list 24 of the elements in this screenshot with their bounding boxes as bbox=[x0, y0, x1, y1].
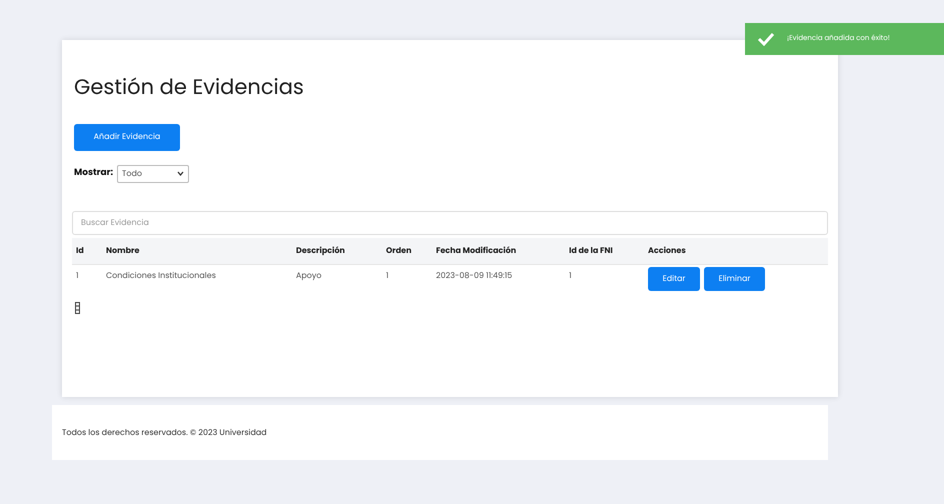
column-header: Orden bbox=[386, 244, 412, 256]
column-header: Id de la FNI bbox=[569, 244, 614, 256]
column-header: Nombre bbox=[106, 244, 140, 256]
table-cell-text: Condiciones Institucionales bbox=[106, 268, 217, 282]
table-cell-text: 1 bbox=[569, 268, 573, 282]
table-cell-text: 1 bbox=[76, 268, 80, 282]
filter-dropdown[interactable]: Todo bbox=[117, 164, 190, 182]
column-header: Acciones bbox=[648, 244, 687, 256]
table-cell-text: Apoyo bbox=[296, 268, 323, 282]
filter-label: Mostrar: bbox=[74, 166, 114, 180]
column-header: Fecha Modificación bbox=[436, 244, 518, 256]
table-cell-text: 1 bbox=[386, 268, 390, 282]
column-header: Id bbox=[76, 244, 85, 256]
page-title: Gestión de Evidencias bbox=[74, 72, 305, 104]
edit-button[interactable]: Editar bbox=[648, 267, 700, 291]
check-icon bbox=[757, 32, 775, 46]
delete-button[interactable]: Eliminar bbox=[704, 267, 765, 291]
column-header: Descripción bbox=[296, 244, 346, 256]
search-field[interactable]: Buscar Evidencia bbox=[72, 210, 828, 234]
chevron-down-icon bbox=[177, 171, 184, 176]
table-cell-text: 2023-08-09 11:49:15 bbox=[436, 268, 514, 282]
pagination-icon bbox=[75, 302, 80, 314]
add-evidence-button[interactable]: Añadir Evidencia bbox=[74, 124, 180, 150]
copyright-text: Todos los derechos reservados. © 2023 Universidad bbox=[62, 426, 267, 438]
